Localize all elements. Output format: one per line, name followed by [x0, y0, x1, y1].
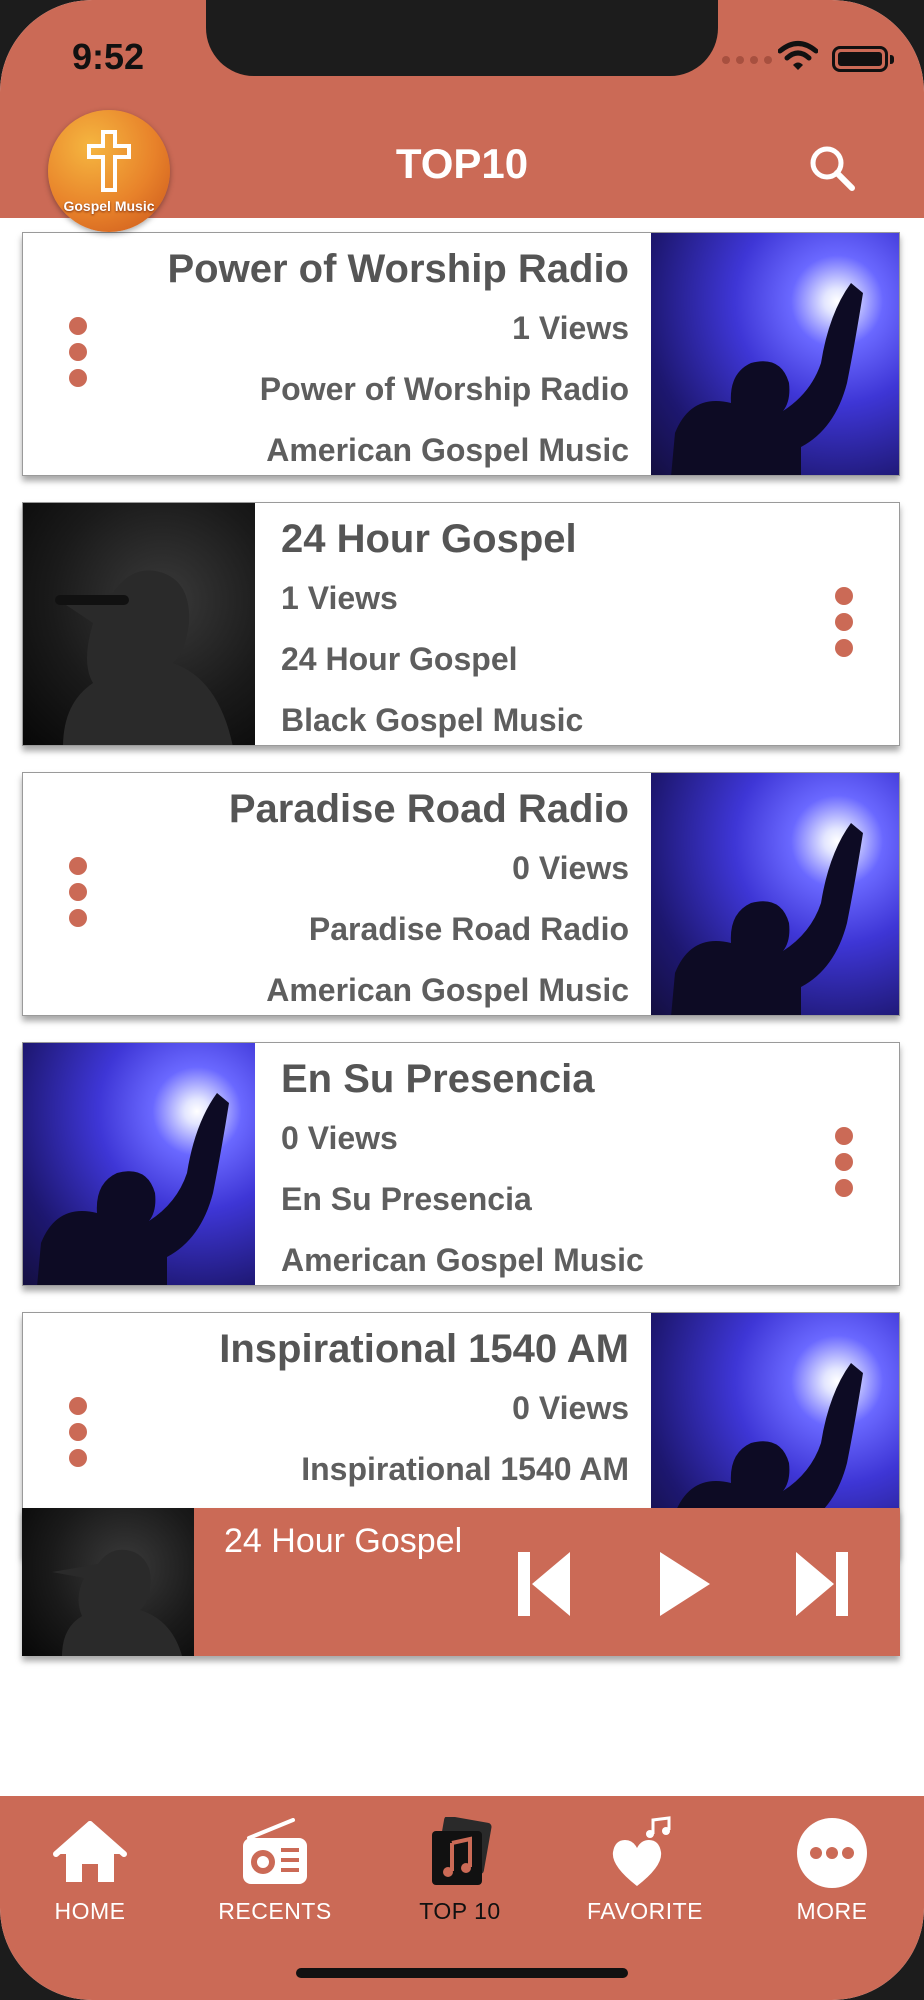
search-icon[interactable] — [806, 142, 858, 194]
station-genre: American Gospel Music — [266, 432, 629, 468]
station-card[interactable]: Power of Worship Radio 1 Views Power of … — [22, 232, 900, 476]
play-button[interactable] — [656, 1548, 712, 1620]
station-thumbnail — [23, 503, 255, 745]
app-logo-text: Gospel Music — [63, 198, 155, 214]
station-views: 0 Views — [512, 1390, 629, 1426]
station-views: 1 Views — [512, 310, 629, 346]
station-card[interactable]: 24 Hour Gospel 1 Views 24 Hour Gospel Bl… — [22, 502, 900, 746]
station-name: En Su Presencia — [281, 1057, 595, 1101]
station-name: 24 Hour Gospel — [281, 517, 577, 561]
app-screen: 9:52 TOP10 Gospel Music Power of Worship… — [0, 0, 924, 2000]
home-icon — [53, 1821, 127, 1882]
player-thumbnail — [22, 1508, 194, 1656]
music-album-icon — [432, 1817, 492, 1885]
station-views: 1 Views — [281, 580, 398, 616]
device-notch — [206, 0, 718, 76]
station-info: En Su Presencia 0 Views En Su Presencia … — [281, 1051, 801, 1285]
signal-icon — [722, 56, 772, 64]
more-options-icon[interactable] — [835, 1127, 853, 1205]
station-name: Inspirational 1540 AM — [219, 1327, 629, 1371]
more-options-icon[interactable] — [835, 587, 853, 665]
heart-icon — [612, 1816, 671, 1886]
station-thumbnail — [651, 773, 899, 1015]
tab-top10[interactable]: TOP 10 — [368, 1814, 552, 1925]
cross-icon — [87, 130, 131, 192]
more-icon — [797, 1818, 867, 1888]
home-indicator — [296, 1968, 628, 1978]
station-thumbnail — [23, 1043, 255, 1285]
station-thumbnail — [651, 233, 899, 475]
station-card[interactable]: En Su Presencia 0 Views En Su Presencia … — [22, 1042, 900, 1286]
station-name: Power of Worship Radio — [167, 247, 629, 291]
app-logo[interactable]: Gospel Music — [48, 110, 170, 232]
station-genre: American Gospel Music — [281, 1242, 644, 1278]
station-subtitle: Paradise Road Radio — [308, 911, 629, 947]
station-genre: Black Gospel Music — [281, 702, 584, 738]
station-genre: American Gospel Music — [266, 972, 629, 1008]
station-info: Power of Worship Radio 1 Views Power of … — [69, 241, 629, 475]
tab-label: MORE — [796, 1898, 868, 1924]
mini-player[interactable]: 24 Hour Gospel — [22, 1508, 900, 1656]
tab-label: RECENTS — [218, 1898, 332, 1924]
station-info: Paradise Road Radio 0 Views Paradise Roa… — [69, 781, 629, 1015]
station-subtitle: 24 Hour Gospel — [281, 641, 518, 677]
tab-label: FAVORITE — [586, 1898, 704, 1924]
tab-favorite[interactable]: FAVORITE — [553, 1814, 737, 1925]
station-subtitle: Inspirational 1540 AM — [301, 1451, 629, 1487]
tab-home[interactable]: HOME — [0, 1814, 182, 1925]
battery-icon — [832, 46, 894, 72]
tab-label: TOP 10 — [419, 1898, 501, 1924]
station-info: 24 Hour Gospel 1 Views 24 Hour Gospel Bl… — [281, 511, 801, 745]
tab-label: HOME — [54, 1898, 126, 1924]
station-subtitle: En Su Presencia — [281, 1181, 532, 1217]
station-card[interactable]: Paradise Road Radio 0 Views Paradise Roa… — [22, 772, 900, 1016]
wifi-icon — [778, 41, 818, 70]
station-name: Paradise Road Radio — [228, 787, 629, 831]
next-button[interactable] — [794, 1548, 850, 1620]
radio-icon — [243, 1818, 307, 1884]
tab-recents[interactable]: RECENTS — [183, 1814, 367, 1925]
station-subtitle: Power of Worship Radio — [259, 371, 629, 407]
station-views: 0 Views — [512, 850, 629, 886]
tab-more[interactable]: MORE — [740, 1814, 924, 1925]
station-views: 0 Views — [281, 1120, 398, 1156]
now-playing-title: 24 Hour Gospel — [224, 1522, 463, 1560]
previous-button[interactable] — [516, 1548, 572, 1620]
status-time: 9:52 — [72, 36, 145, 77]
